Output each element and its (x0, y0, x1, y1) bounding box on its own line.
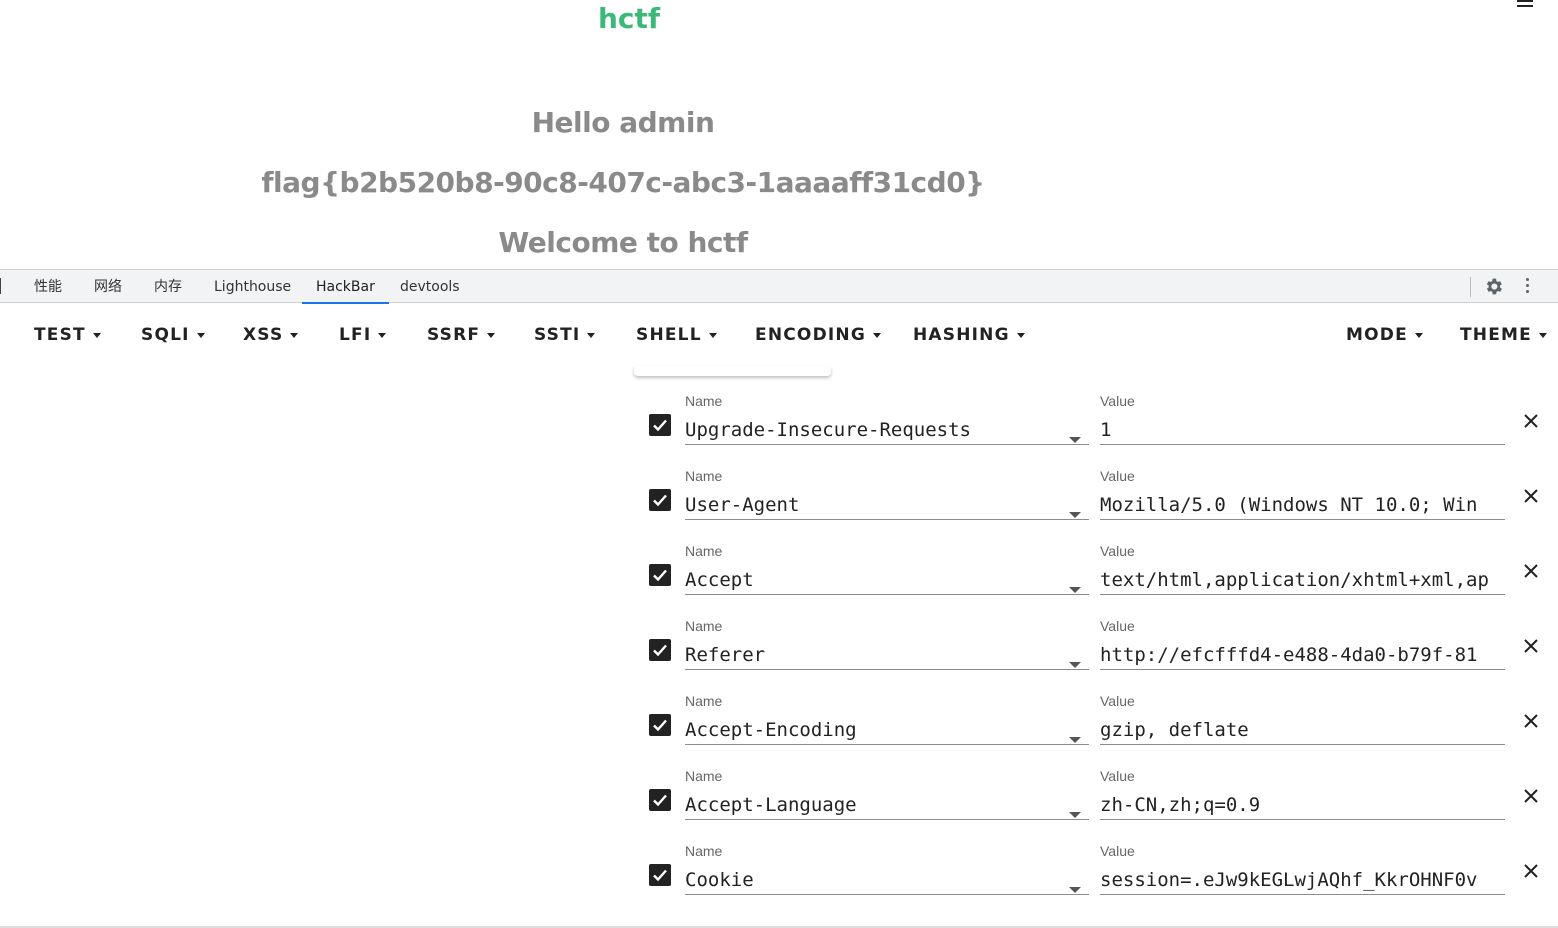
header-value-input[interactable]: zh-CN,zh;q=0.9 (1100, 792, 1505, 820)
close-icon[interactable] (1524, 789, 1538, 803)
name-field-label: Name (685, 543, 723, 559)
name-field-label: Name (685, 393, 723, 409)
welcome-text: Welcome to hctf (498, 226, 748, 259)
truncated-tab-edge (0, 278, 4, 294)
dropdown-caret-icon[interactable] (1069, 812, 1081, 818)
dropdown-caret-icon[interactable] (1069, 587, 1081, 593)
checkbox-checked-icon[interactable] (649, 564, 671, 586)
close-icon[interactable] (1524, 714, 1538, 728)
close-icon[interactable] (1524, 564, 1538, 578)
header-value-input[interactable]: 1 (1100, 417, 1505, 445)
caret-down-icon (196, 332, 205, 338)
caret-down-icon (378, 332, 387, 338)
header-row: Name Referer Value http://efcfffd4-e488-4da… (640, 610, 1558, 685)
header-name-input[interactable]: Cookie (685, 867, 1089, 895)
tab-memory[interactable]: 内存 (154, 270, 182, 303)
header-row: Name Accept-Language Value zh-CN,zh;q=0.9 (640, 760, 1558, 835)
caret-down-icon (708, 332, 717, 338)
caret-down-icon (1414, 332, 1423, 338)
caret-down-icon (290, 332, 299, 338)
header-name-input[interactable]: Accept-Language (685, 792, 1089, 820)
header-row: Name Accept-Encoding Value gzip, deflate (640, 685, 1558, 760)
caret-down-icon (873, 332, 881, 338)
checkbox-checked-icon[interactable] (649, 489, 671, 511)
dropdown-caret-icon[interactable] (1069, 512, 1081, 518)
header-value-input[interactable]: text/html,application/xhtml+xml,ap (1100, 567, 1505, 595)
close-icon[interactable] (1524, 414, 1538, 428)
header-row: Name Accept Value text/html,application/xht… (640, 535, 1558, 610)
checkbox-checked-icon[interactable] (649, 639, 671, 661)
tab-lighthouse[interactable]: Lighthouse (214, 270, 291, 303)
checkbox-checked-icon[interactable] (649, 714, 671, 736)
settings-gear-icon[interactable] (1483, 276, 1504, 297)
more-vert-icon[interactable] (1524, 278, 1530, 296)
header-name-input[interactable]: Accept-Encoding (685, 717, 1089, 745)
caret-down-icon (1016, 332, 1025, 338)
tab-performance[interactable]: 性能 (34, 270, 62, 303)
value-field-label: Value (1100, 468, 1135, 484)
menu-ssrf[interactable]: SSRF (427, 322, 496, 348)
close-icon[interactable] (1524, 639, 1538, 653)
value-field-label: Value (1100, 393, 1135, 409)
header-value-input[interactable]: Mozilla/5.0 (Windows NT 10.0; Win (1100, 492, 1505, 520)
header-name-input[interactable]: Referer (685, 642, 1089, 670)
caret-down-icon (1538, 332, 1547, 338)
value-field-label: Value (1100, 693, 1135, 709)
header-name-input[interactable]: User-Agent (685, 492, 1089, 520)
web-page: hctf Hello admin flag{b2b520b8-90c8-407c… (0, 0, 1558, 270)
header-row: Name Cookie Value session=.eJw9kEGLwjAQhf_K… (640, 835, 1558, 910)
close-icon[interactable] (1524, 489, 1538, 503)
menu-theme[interactable]: THEME (1460, 322, 1547, 348)
menu-hashing[interactable]: HASHING (913, 322, 1025, 348)
tab-devtools[interactable]: devtools (400, 270, 460, 303)
menu-test[interactable]: TEST (34, 322, 101, 348)
dropdown-caret-icon[interactable] (1069, 737, 1081, 743)
header-value-input[interactable]: gzip, deflate (1100, 717, 1505, 745)
value-field-label: Value (1100, 768, 1135, 784)
name-field-label: Name (685, 468, 723, 484)
header-value-input[interactable]: http://efcfffd4-e488-4da0-b79f-81 (1100, 642, 1505, 670)
menu-encoding[interactable]: ENCODING (755, 322, 881, 348)
header-value-input[interactable]: session=.eJw9kEGLwjAQhf_KkrOHNF0v (1100, 867, 1505, 895)
menu-lfi[interactable]: LFI (339, 322, 387, 348)
value-field-label: Value (1100, 618, 1135, 634)
toolbar-divider (1470, 277, 1471, 297)
name-field-label: Name (685, 693, 723, 709)
menu-mode[interactable]: MODE (1346, 322, 1423, 348)
name-field-label: Name (685, 768, 723, 784)
header-row: Name User-Agent Value Mozilla/5.0 (Windows … (640, 460, 1558, 535)
header-name-input[interactable]: Accept (685, 567, 1089, 595)
tab-hackbar[interactable]: HackBar (302, 270, 389, 304)
checkbox-checked-icon[interactable] (649, 789, 671, 811)
checkbox-checked-icon[interactable] (649, 864, 671, 886)
menu-ssti[interactable]: SSTI (534, 322, 596, 348)
caret-down-icon (587, 332, 596, 338)
caret-down-icon (92, 332, 101, 338)
value-field-label: Value (1100, 843, 1135, 859)
flag-text: flag{b2b520b8-90c8-407c-abc3-1aaaaff31cd… (261, 166, 985, 199)
greeting-text: Hello admin (531, 106, 715, 139)
card-bottom-edge (634, 366, 831, 376)
name-field-label: Name (685, 618, 723, 634)
hamburger-menu-icon[interactable] (1517, 0, 1533, 10)
dropdown-caret-icon[interactable] (1069, 887, 1081, 893)
header-name-input[interactable]: Upgrade-Insecure-Requests (685, 417, 1089, 445)
site-brand[interactable]: hctf (598, 2, 660, 35)
menu-shell[interactable]: SHELL (636, 322, 717, 348)
devtools-tab-strip: 性能 网络 内存 Lighthouse HackBar devtools (0, 269, 1558, 304)
dropdown-caret-icon[interactable] (1069, 662, 1081, 668)
checkbox-checked-icon[interactable] (649, 414, 671, 436)
name-field-label: Name (685, 843, 723, 859)
menu-xss[interactable]: XSS (243, 322, 299, 348)
menu-sqli[interactable]: SQLI (141, 322, 205, 348)
caret-down-icon (487, 332, 496, 338)
header-row: Name Upgrade-Insecure-Requests Value 1 (640, 385, 1558, 460)
dropdown-caret-icon[interactable] (1069, 437, 1081, 443)
tab-network[interactable]: 网络 (94, 270, 122, 303)
close-icon[interactable] (1524, 864, 1538, 878)
value-field-label: Value (1100, 543, 1135, 559)
hackbar-toolbar: TEST SQLI XSS LFI SSRF SSTI SHELL ENCODI… (0, 304, 1558, 366)
